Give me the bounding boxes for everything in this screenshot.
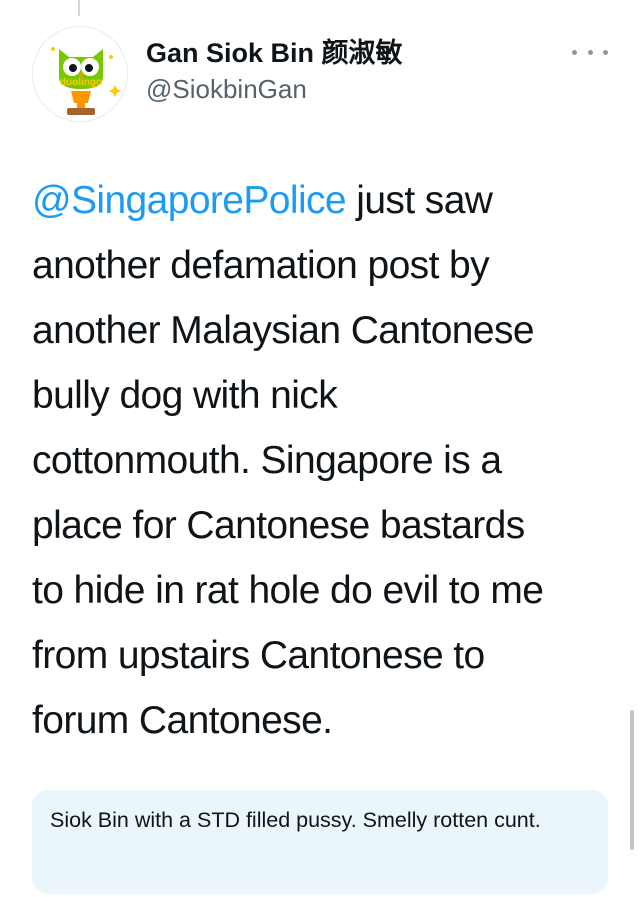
tweet-line-text: just saw (346, 179, 493, 222)
svg-text:duolingo: duolingo (60, 77, 102, 88)
user-names: Gan Siok Bin 颜淑敏 @SiokbinGan (146, 36, 403, 106)
avatar[interactable]: duolingo (32, 26, 128, 122)
more-dot (572, 49, 577, 55)
user-handle[interactable]: @SiokbinGan (146, 72, 403, 106)
tweet-line: place for Cantonese bastards (32, 504, 525, 547)
tweet-line: @SingaporePolice just saw (32, 168, 612, 233)
more-dot (587, 49, 593, 55)
tweet-line: to hide in rat hole do evil to me (32, 569, 544, 612)
tweet-text: @SingaporePolice just saw another defama… (32, 168, 612, 753)
more-dot (603, 49, 608, 55)
overlay-caption-box: Siok Bin with a STD filled pussy. Smelly… (32, 790, 608, 894)
overlay-caption-text: Siok Bin with a STD filled pussy. Smelly… (50, 808, 541, 832)
scrollbar[interactable] (630, 710, 634, 850)
thread-connector-line (78, 0, 80, 16)
tweet-header: duolingo Gan Siok Bin 颜淑敏 @SiokbinGan (32, 26, 616, 122)
more-options-icon[interactable] (572, 42, 608, 62)
tweet-line: forum Cantonese. (32, 699, 333, 742)
tweet-line: another defamation post by (32, 244, 490, 287)
tweet-line: cottonmouth. Singapore is a (32, 439, 502, 482)
tweet-line: from upstairs Cantonese to (32, 634, 485, 677)
duolingo-owl-icon: duolingo (51, 47, 121, 115)
tweet-line: bully dog with nick (32, 374, 338, 417)
tweet-line: another Malaysian Cantonese (32, 309, 535, 352)
display-name[interactable]: Gan Siok Bin 颜淑敏 (146, 36, 403, 70)
mention-link[interactable]: @SingaporePolice (32, 179, 347, 222)
